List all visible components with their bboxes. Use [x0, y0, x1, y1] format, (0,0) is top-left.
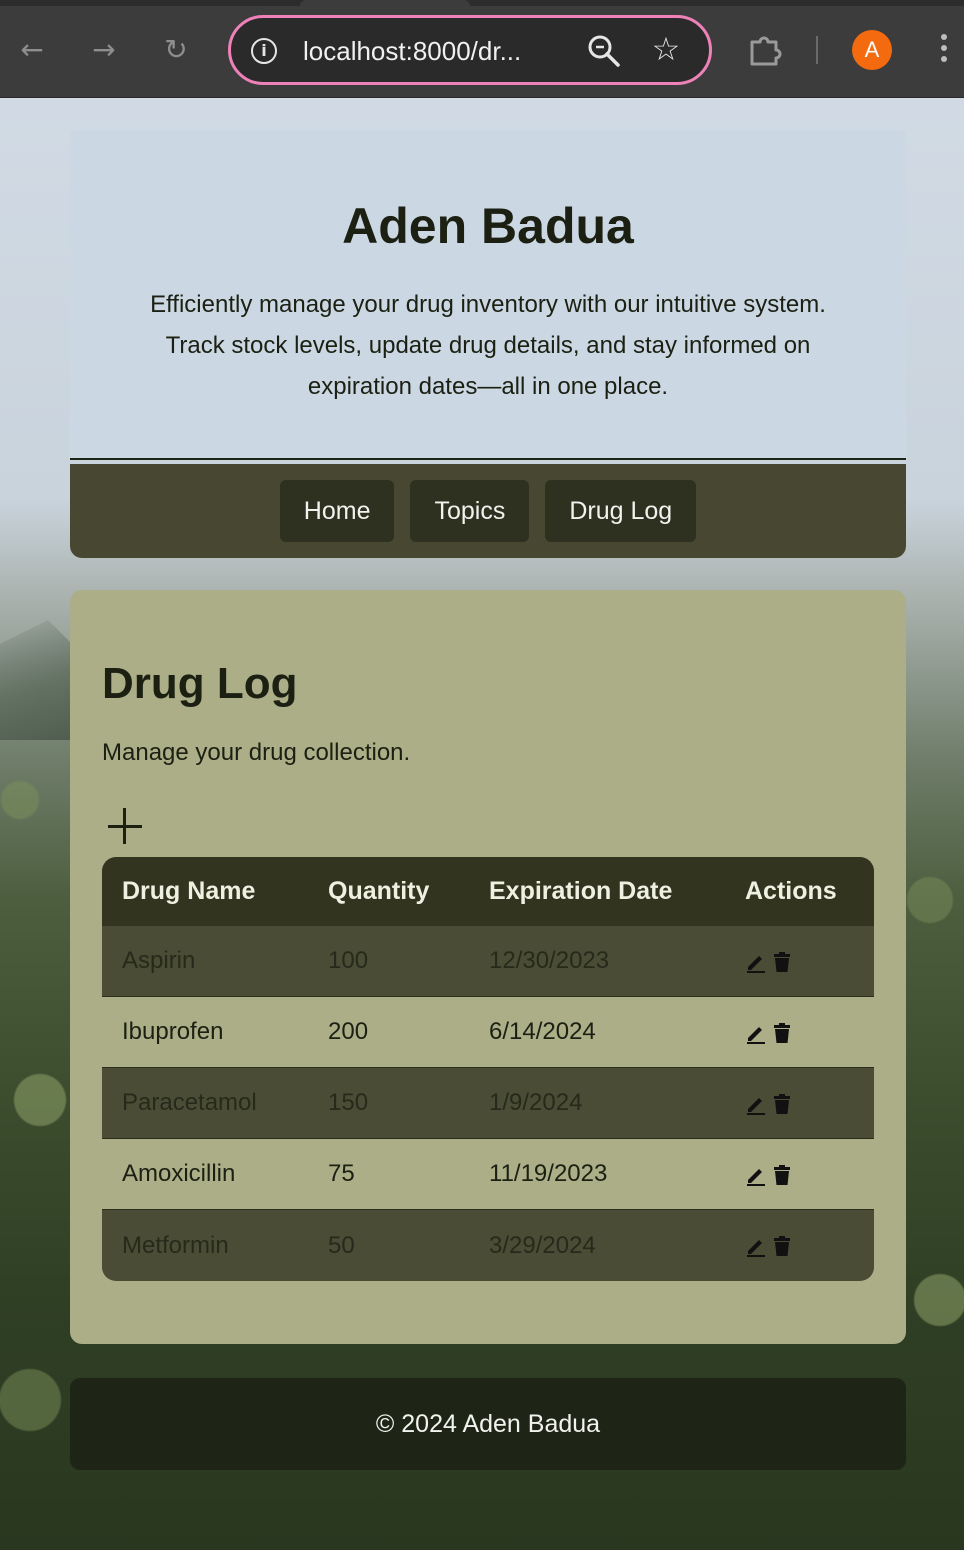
forward-icon[interactable]: →	[84, 30, 124, 70]
site-footer: © 2024 Aden Badua	[70, 1378, 906, 1470]
address-bar[interactable]: i localhost:8000/dr... ☆	[228, 15, 712, 85]
cell-expiration-date: 12/30/2023	[469, 926, 725, 997]
cell-drug-name: Amoxicillin	[102, 1139, 308, 1210]
tab-strip	[0, 0, 964, 6]
drug-log-card: Drug Log Manage your drug collection. Dr…	[70, 590, 906, 1344]
bookmark-star-icon[interactable]: ☆	[647, 30, 685, 68]
toolbar-divider	[816, 36, 818, 64]
cell-quantity: 150	[308, 1068, 469, 1139]
cell-actions	[725, 1210, 874, 1281]
trash-icon[interactable]	[771, 1235, 793, 1257]
nav-home[interactable]: Home	[279, 480, 395, 542]
add-drug-button[interactable]	[106, 804, 146, 848]
cell-drug-name: Paracetamol	[102, 1068, 308, 1139]
extensions-icon[interactable]	[748, 32, 782, 66]
back-icon[interactable]: ←	[12, 30, 52, 70]
site-header: Aden Badua Efficiently manage your drug …	[70, 130, 906, 460]
trash-icon[interactable]	[771, 1164, 793, 1186]
browser-toolbar: ← → ↻ i localhost:8000/dr... ☆ A	[0, 0, 964, 98]
page-title: Drug Log	[102, 659, 298, 708]
table-row: Amoxicillin 75 11/19/2023	[102, 1139, 874, 1210]
header-drug-name: Drug Name	[102, 857, 308, 926]
edit-icon[interactable]	[745, 1093, 767, 1115]
cell-actions	[725, 1139, 874, 1210]
cell-expiration-date: 3/29/2024	[469, 1210, 725, 1281]
table-row: Metformin 50 3/29/2024	[102, 1210, 874, 1281]
table-row: Aspirin 100 12/30/2023	[102, 926, 874, 997]
active-tab[interactable]	[300, 0, 470, 6]
menu-kebab-icon[interactable]	[930, 34, 958, 68]
header-actions: Actions	[725, 857, 874, 926]
site-description: Efficiently manage your drug inventory w…	[150, 291, 826, 400]
table-row: Paracetamol 150 1/9/2024	[102, 1068, 874, 1139]
main-nav: Home Topics Drug Log	[70, 464, 906, 558]
zoom-icon[interactable]	[587, 34, 621, 68]
page-subtitle: Manage your drug collection.	[102, 739, 411, 766]
site-info-icon[interactable]: i	[251, 38, 277, 64]
cell-actions	[725, 997, 874, 1068]
edit-icon[interactable]	[745, 1164, 767, 1186]
header-expiration-date: Expiration Date	[469, 857, 725, 926]
cell-quantity: 50	[308, 1210, 469, 1281]
cell-drug-name: Ibuprofen	[102, 997, 308, 1068]
table-row: Ibuprofen 200 6/14/2024	[102, 997, 874, 1068]
cell-quantity: 100	[308, 926, 469, 997]
trash-icon[interactable]	[771, 1093, 793, 1115]
cell-quantity: 75	[308, 1139, 469, 1210]
cell-expiration-date: 6/14/2024	[469, 997, 725, 1068]
edit-icon[interactable]	[745, 951, 767, 973]
cell-expiration-date: 1/9/2024	[469, 1068, 725, 1139]
edit-icon[interactable]	[745, 1235, 767, 1258]
nav-topics[interactable]: Topics	[410, 480, 530, 542]
cell-expiration-date: 11/19/2023	[469, 1139, 725, 1210]
footer-copyright: © 2024 Aden Badua	[375, 1410, 601, 1438]
edit-icon[interactable]	[745, 1022, 767, 1044]
url-text[interactable]: localhost:8000/dr...	[303, 34, 573, 68]
cell-quantity: 200	[308, 997, 469, 1068]
reload-icon[interactable]: ↻	[156, 30, 196, 70]
trash-icon[interactable]	[771, 1022, 793, 1044]
drug-table: Drug Name Quantity Expiration Date Actio…	[102, 857, 874, 1281]
trash-icon[interactable]	[771, 951, 793, 973]
cell-drug-name: Metformin	[102, 1210, 308, 1281]
cell-actions	[725, 1068, 874, 1139]
nav-drug-log[interactable]: Drug Log	[545, 480, 697, 542]
table-header-row: Drug Name Quantity Expiration Date Actio…	[102, 857, 874, 926]
cell-actions	[725, 926, 874, 997]
cell-drug-name: Aspirin	[102, 926, 308, 997]
site-title: Aden Badua	[342, 198, 634, 254]
header-quantity: Quantity	[308, 857, 469, 926]
profile-avatar[interactable]: A	[852, 30, 892, 70]
